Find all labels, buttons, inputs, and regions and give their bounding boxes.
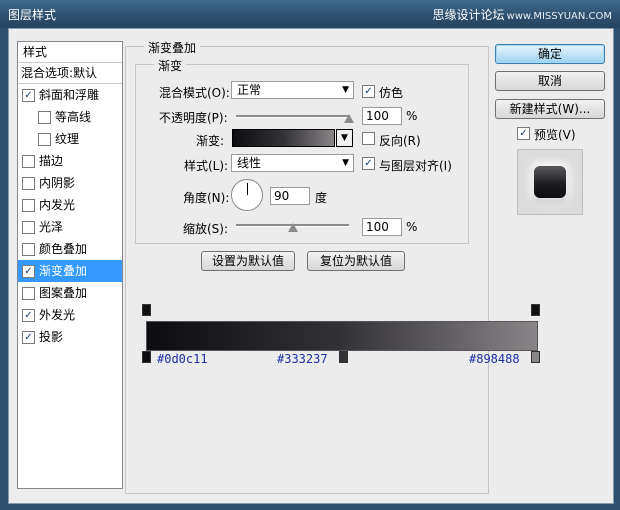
reset-default-button[interactable]: 复位为默认值: [307, 251, 405, 271]
style-item-label: 光泽: [39, 220, 64, 234]
style-item[interactable]: 光泽: [18, 216, 122, 238]
style-item-checkbox[interactable]: [22, 243, 35, 256]
opacity-unit: %: [406, 109, 418, 123]
align-with-layer-label: 与图层对齐(I): [379, 159, 452, 173]
watermark: 思缘设计论坛 www.MISSYUAN.COM: [433, 6, 613, 23]
style-item-label: 颜色叠加: [39, 242, 88, 256]
style-item-label: 纹理: [55, 132, 80, 146]
scale-slider-thumb[interactable]: [287, 223, 298, 232]
dither-label: 仿色: [379, 86, 404, 100]
gradient-overlay-title: 渐变叠加: [144, 39, 201, 56]
angle-dial[interactable]: [231, 179, 263, 211]
watermark-url: www.MISSYUAN.COM: [506, 11, 612, 22]
style-item-label: 斜面和浮雕: [39, 88, 100, 102]
preview-checkbox[interactable]: ✓: [517, 127, 530, 140]
scale-input[interactable]: 100: [362, 218, 402, 236]
color-stop-1-label: #0d0c11: [157, 352, 208, 366]
style-item-checkbox[interactable]: [22, 287, 35, 300]
style-item-checkbox[interactable]: [38, 133, 51, 146]
gradient-label: 渐变:: [196, 134, 225, 148]
style-item-label: 投影: [39, 330, 64, 344]
new-style-button[interactable]: 新建样式(W)...: [495, 99, 605, 119]
style-item-label: 等高线: [55, 110, 92, 124]
opacity-input[interactable]: 100: [362, 107, 402, 125]
style-item-checkbox[interactable]: ✓: [22, 331, 35, 344]
style-item-label: 图案叠加: [39, 286, 88, 300]
align-with-layer-checkbox[interactable]: ✓: [362, 157, 375, 170]
opacity-stop-right[interactable]: [531, 304, 540, 316]
color-stop-3-label: #898488: [469, 352, 520, 366]
watermark-text: 思缘设计论坛: [432, 8, 505, 22]
style-item-checkbox[interactable]: [38, 111, 51, 124]
gradient-picker-button[interactable]: ▼: [336, 129, 353, 147]
cancel-button[interactable]: 取消: [495, 71, 605, 91]
blend-options-item[interactable]: 混合选项:默认: [18, 63, 122, 84]
style-item-label: 描边: [39, 154, 64, 168]
style-label: 样式(L):: [184, 159, 229, 173]
ok-button[interactable]: 确定: [495, 44, 605, 64]
preview-tile: [534, 166, 566, 198]
blend-mode-value: 正常: [237, 83, 262, 97]
opacity-stop-left[interactable]: [142, 304, 151, 316]
style-item[interactable]: 颜色叠加: [18, 238, 122, 260]
color-stop-3[interactable]: [531, 351, 540, 363]
window-title: 图层样式: [8, 8, 57, 22]
preview-label: 预览(V): [534, 128, 576, 142]
gradient-swatch[interactable]: [232, 129, 335, 147]
opacity-slider-track[interactable]: [236, 115, 349, 118]
reverse-checkbox[interactable]: [362, 132, 375, 145]
style-item-label: 内发光: [39, 198, 76, 212]
set-default-button[interactable]: 设置为默认值: [201, 251, 295, 271]
style-item-checkbox[interactable]: ✓: [22, 89, 35, 102]
style-item-label: 外发光: [39, 308, 76, 322]
style-item-checkbox[interactable]: ✓: [22, 265, 35, 278]
opacity-label: 不透明度(P):: [159, 111, 228, 125]
dialog-client: 样式 混合选项:默认 ✓ 斜面和浮雕等高线纹理描边内阴影内发光光泽颜色叠加 ✓ 渐变叠…: [8, 28, 614, 504]
style-value: 线性: [237, 156, 262, 170]
scale-label: 缩放(S):: [183, 222, 229, 236]
title-bar: 图层样式 思缘设计论坛 www.MISSYUAN.COM: [0, 0, 620, 28]
style-item-checkbox[interactable]: [22, 155, 35, 168]
style-item[interactable]: 描边: [18, 150, 122, 172]
chevron-down-icon: ▼: [341, 133, 348, 143]
style-list: 样式 混合选项:默认 ✓ 斜面和浮雕等高线纹理描边内阴影内发光光泽颜色叠加 ✓ 渐变叠…: [17, 41, 123, 489]
style-item-checkbox[interactable]: [22, 199, 35, 212]
style-item[interactable]: 内阴影: [18, 172, 122, 194]
angle-input[interactable]: 90: [270, 187, 310, 205]
style-item[interactable]: ✓ 投影: [18, 326, 122, 348]
style-item[interactable]: ✓ 渐变叠加: [18, 260, 122, 282]
angle-needle: [247, 183, 248, 195]
angle-unit: 度: [315, 191, 328, 205]
blend-mode-select[interactable]: 正常 ▼: [231, 81, 354, 99]
reverse-label: 反向(R): [379, 134, 421, 148]
style-item[interactable]: ✓ 斜面和浮雕: [18, 84, 122, 106]
style-item[interactable]: 等高线: [18, 106, 122, 128]
dither-checkbox[interactable]: ✓: [362, 85, 375, 98]
style-item-checkbox[interactable]: [22, 177, 35, 190]
chevron-down-icon: ▼: [342, 85, 349, 95]
style-preview: [517, 149, 583, 215]
style-item[interactable]: 纹理: [18, 128, 122, 150]
style-item-label: 内阴影: [39, 176, 76, 190]
style-item-checkbox[interactable]: [22, 221, 35, 234]
color-stop-2[interactable]: [339, 351, 348, 363]
chevron-down-icon: ▼: [342, 158, 349, 168]
angle-label: 角度(N):: [183, 191, 230, 205]
style-item-checkbox[interactable]: ✓: [22, 309, 35, 322]
gradient-group-title: 渐变: [154, 57, 187, 74]
style-item[interactable]: 内发光: [18, 194, 122, 216]
color-stop-1[interactable]: [142, 351, 151, 363]
style-item[interactable]: 图案叠加: [18, 282, 122, 304]
gradient-bar[interactable]: [146, 321, 538, 351]
blend-mode-label: 混合模式(O):: [159, 86, 230, 100]
color-stop-2-label: #333237: [277, 352, 328, 366]
style-item-label: 渐变叠加: [39, 264, 88, 278]
opacity-slider-thumb[interactable]: [344, 114, 354, 123]
style-items: ✓ 斜面和浮雕等高线纹理描边内阴影内发光光泽颜色叠加 ✓ 渐变叠加图案叠加 ✓ 外发光 ✓ 投…: [18, 84, 122, 348]
window-frame-left: [0, 28, 8, 502]
style-select[interactable]: 线性 ▼: [231, 154, 354, 172]
style-item[interactable]: ✓ 外发光: [18, 304, 122, 326]
style-list-header[interactable]: 样式: [18, 42, 122, 63]
scale-unit: %: [406, 220, 418, 234]
